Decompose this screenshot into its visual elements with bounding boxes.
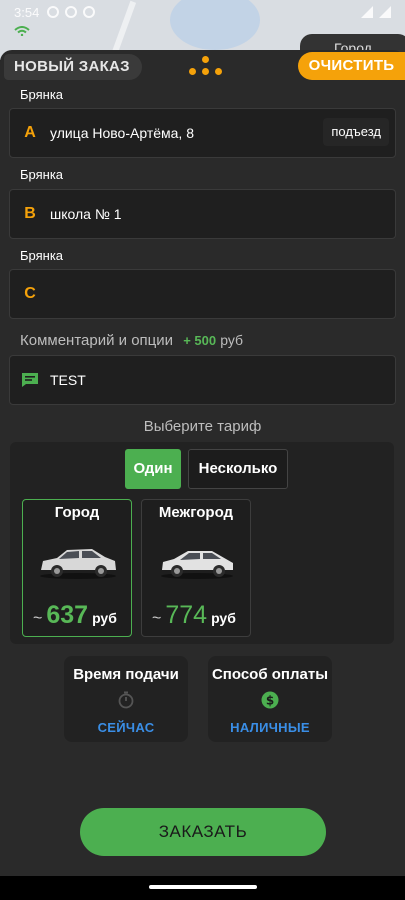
options-extra-price: + 500 bbox=[183, 333, 217, 348]
entrance-button[interactable]: подъезд bbox=[323, 118, 389, 146]
stopwatch-icon bbox=[118, 691, 134, 709]
address-text-b: школа № 1 bbox=[50, 206, 122, 222]
dollar-icon: $ bbox=[261, 691, 279, 709]
address-field-a[interactable]: A улица Ново-Артёма, 8 подъезд bbox=[9, 108, 396, 158]
home-gesture-handle[interactable] bbox=[149, 885, 257, 889]
city-label-b: Брянка bbox=[20, 167, 64, 182]
pickup-time-value: СЕЙЧАС bbox=[97, 720, 155, 735]
address-text-a: улица Ново-Артёма, 8 bbox=[50, 125, 194, 141]
svg-text:$: $ bbox=[266, 694, 274, 708]
navigation-bar bbox=[0, 876, 405, 900]
price-amount: 774 bbox=[165, 601, 208, 629]
comment-text: TEST bbox=[50, 372, 86, 388]
comment-icon bbox=[22, 373, 38, 387]
tariff-price: ~ 637 руб bbox=[33, 601, 117, 630]
price-amount: 637 bbox=[46, 601, 89, 629]
point-b-marker: B bbox=[24, 205, 36, 222]
pickup-time-title: Время подачи bbox=[73, 666, 179, 683]
mode-one-button[interactable]: Один bbox=[125, 449, 181, 489]
options-currency: руб bbox=[220, 332, 244, 348]
mode-many-button[interactable]: Несколько bbox=[188, 449, 288, 489]
approx-sign: ~ bbox=[152, 610, 162, 627]
clear-button[interactable]: ОЧИСТИТЬ bbox=[298, 52, 405, 80]
drag-handle-icon[interactable] bbox=[186, 56, 226, 78]
point-a-marker: A bbox=[24, 124, 36, 141]
tariff-name: Город bbox=[54, 504, 100, 521]
status-bar: 3:54 bbox=[0, 0, 405, 24]
city-label-a: Брянка bbox=[20, 87, 64, 102]
payment-method-value: НАЛИЧНЫЕ bbox=[230, 720, 310, 735]
city-label-c: Брянка bbox=[20, 248, 64, 263]
address-field-b[interactable]: B школа № 1 bbox=[9, 189, 396, 239]
notification-icons bbox=[47, 6, 96, 18]
status-time: 3:54 bbox=[14, 4, 40, 20]
car-icon bbox=[40, 549, 116, 579]
panel-title: НОВЫЙ ЗАКАЗ bbox=[4, 54, 142, 80]
address-field-c[interactable]: C bbox=[9, 269, 396, 319]
tariff-price: ~ 774 руб bbox=[152, 601, 236, 630]
price-currency: руб bbox=[211, 610, 236, 626]
approx-sign: ~ bbox=[33, 610, 43, 627]
comment-options-label: Комментарий и опции + 500 руб bbox=[20, 332, 243, 349]
payment-method-title: Способ оплаты bbox=[211, 666, 329, 683]
comment-label-text: Комментарий и опции bbox=[20, 332, 174, 349]
comment-field[interactable]: TEST bbox=[9, 355, 396, 405]
tariff-card-intercity[interactable]: Межгород ~ 774 руб bbox=[141, 499, 251, 637]
wifi-icon bbox=[14, 26, 30, 36]
car-icon bbox=[161, 551, 233, 579]
tariff-name: Межгород bbox=[158, 504, 234, 521]
price-currency: руб bbox=[92, 610, 117, 626]
order-button[interactable]: ЗАКАЗАТЬ bbox=[80, 808, 326, 856]
tariff-heading: Выберите тариф bbox=[143, 418, 262, 435]
payment-method-card[interactable]: Способ оплаты $ НАЛИЧНЫЕ bbox=[208, 656, 332, 742]
pickup-time-card[interactable]: Время подачи СЕЙЧАС bbox=[64, 656, 188, 742]
tariff-card-city[interactable]: Город ~ 637 руб bbox=[22, 499, 132, 637]
point-c-marker: C bbox=[24, 285, 36, 302]
signal-battery-icons bbox=[361, 6, 391, 18]
